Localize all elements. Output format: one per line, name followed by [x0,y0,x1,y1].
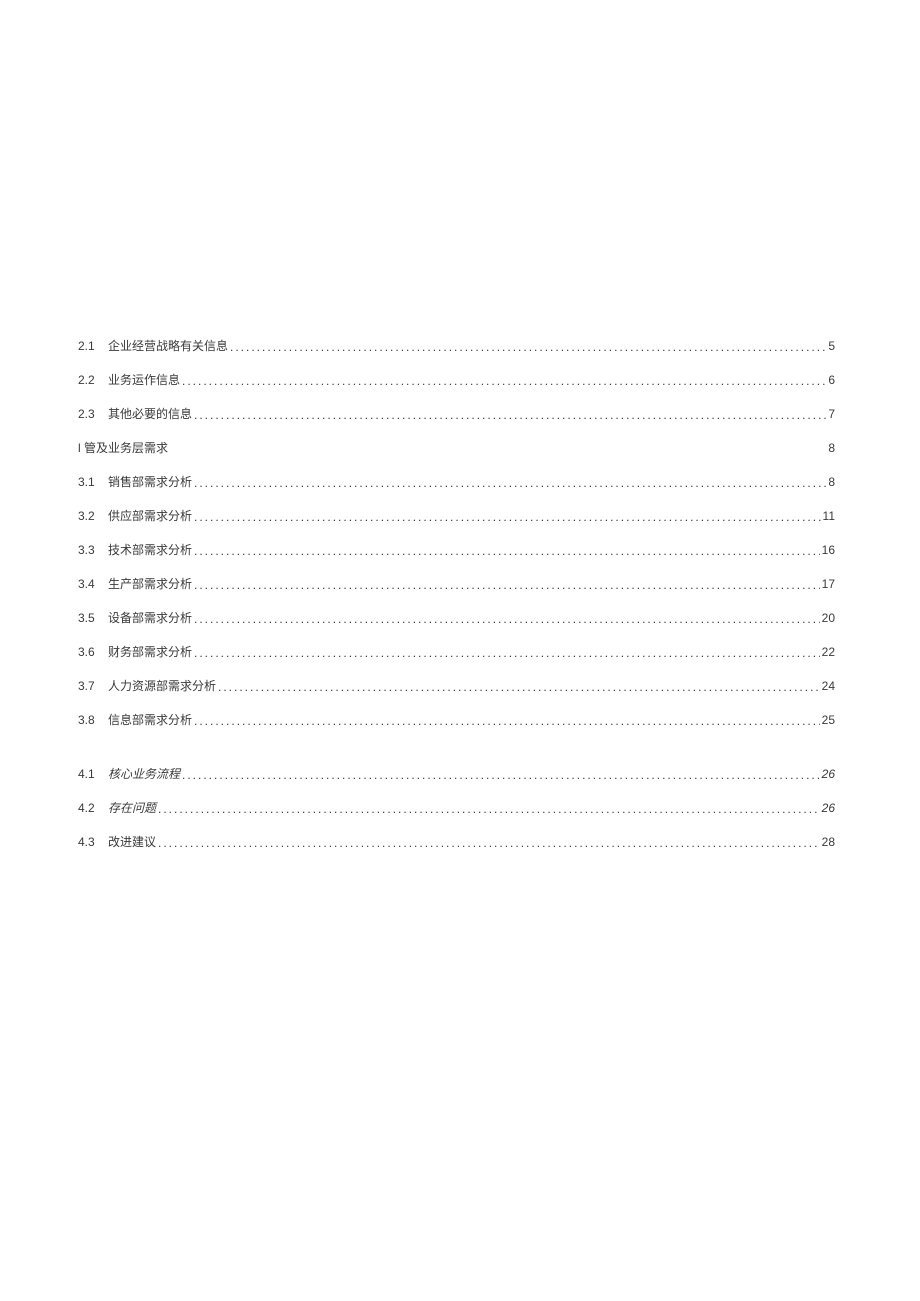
toc-page-number: 26 [820,802,835,814]
toc-title: 改进建议 [108,836,158,848]
toc-number: 3.2 [78,510,108,522]
toc-number: 3.4 [78,578,108,590]
toc-leader [182,769,820,781]
toc-number: 2.2 [78,374,108,386]
toc-title: 财务部需求分析 [108,646,194,658]
toc-entry: 3.6 财务部需求分析 22 [78,646,835,658]
toc-leader [194,511,821,523]
toc-number: 3.6 [78,646,108,658]
toc-page-number: 11 [821,510,835,522]
toc-title: 企业经营战略有关信息 [108,340,230,352]
toc-leader [194,409,826,421]
toc-page-number: 7 [826,408,835,420]
toc-page-number: 26 [820,768,835,780]
toc-leader [194,647,820,659]
toc-entry: 4.3 改进建议 28 [78,836,835,848]
toc-leader [194,545,820,557]
toc-leader [230,341,826,353]
toc-page-number: 24 [820,680,835,692]
toc-entry: 3.7 人力资源部需求分析 24 [78,680,835,692]
toc-entry: 3.5 设备部需求分析 20 [78,612,835,624]
toc-section-heading: l 管及业务层需求 8 [78,442,835,454]
toc-entry: 4.2 存在问题 26 [78,802,835,814]
toc-leader [158,803,820,815]
toc-entry: 3.3 技术部需求分析 16 [78,544,835,556]
toc-leader [194,715,820,727]
toc-title: 供应部需求分析 [108,510,194,522]
toc-page-number: 5 [826,340,835,352]
toc-page-number: 22 [820,646,835,658]
toc-entry: 2.3 其他必要的信息 7 [78,408,835,420]
toc-leader [182,375,826,387]
toc-page-number: 28 [820,836,835,848]
toc-entry: 3.4 生产部需求分析 17 [78,578,835,590]
section-heading-title: l 管及业务层需求 [78,442,168,454]
toc-leader [158,837,820,849]
toc-leader [194,613,820,625]
toc-page-number: 25 [820,714,835,726]
toc-leader [194,477,826,489]
toc-number: 2.3 [78,408,108,420]
toc-page-number: 20 [820,612,835,624]
toc-group-1: 2.1 企业经营战略有关信息 5 2.2 业务运作信息 6 2.3 其他必要的信… [78,340,835,420]
section-heading-page: 8 [828,442,835,454]
toc-title: 存在问题 [108,802,158,814]
toc-title: 业务运作信息 [108,374,182,386]
toc-title: 核心业务流程 [108,768,182,780]
toc-title: 销售部需求分析 [108,476,194,488]
toc-title: 其他必要的信息 [108,408,194,420]
toc-number: 3.5 [78,612,108,624]
toc-number: 4.1 [78,768,108,780]
toc-title: 人力资源部需求分析 [108,680,218,692]
toc-number: 4.3 [78,836,108,848]
toc-entry: 3.8 信息部需求分析 25 [78,714,835,726]
toc-group-2: 3.1 销售部需求分析 8 3.2 供应部需求分析 11 3.3 技术部需求分析… [78,476,835,726]
toc-number: 3.8 [78,714,108,726]
toc-number: 3.1 [78,476,108,488]
toc-page-number: 17 [820,578,835,590]
toc-title: 技术部需求分析 [108,544,194,556]
toc-page: 2.1 企业经营战略有关信息 5 2.2 业务运作信息 6 2.3 其他必要的信… [0,0,920,848]
toc-number: 3.7 [78,680,108,692]
toc-group-3: 4.1 核心业务流程 26 4.2 存在问题 26 4.3 改进建议 28 [78,768,835,848]
toc-number: 2.1 [78,340,108,352]
toc-title: 设备部需求分析 [108,612,194,624]
toc-number: 3.3 [78,544,108,556]
toc-number: 4.2 [78,802,108,814]
toc-leader [194,579,820,591]
toc-page-number: 8 [826,476,835,488]
toc-entry: 2.1 企业经营战略有关信息 5 [78,340,835,352]
toc-page-number: 16 [820,544,835,556]
toc-entry: 4.1 核心业务流程 26 [78,768,835,780]
toc-entry: 3.1 销售部需求分析 8 [78,476,835,488]
toc-leader [218,681,820,693]
toc-page-number: 6 [826,374,835,386]
toc-title: 生产部需求分析 [108,578,194,590]
toc-entry: 2.2 业务运作信息 6 [78,374,835,386]
toc-entry: 3.2 供应部需求分析 11 [78,510,835,522]
toc-title: 信息部需求分析 [108,714,194,726]
